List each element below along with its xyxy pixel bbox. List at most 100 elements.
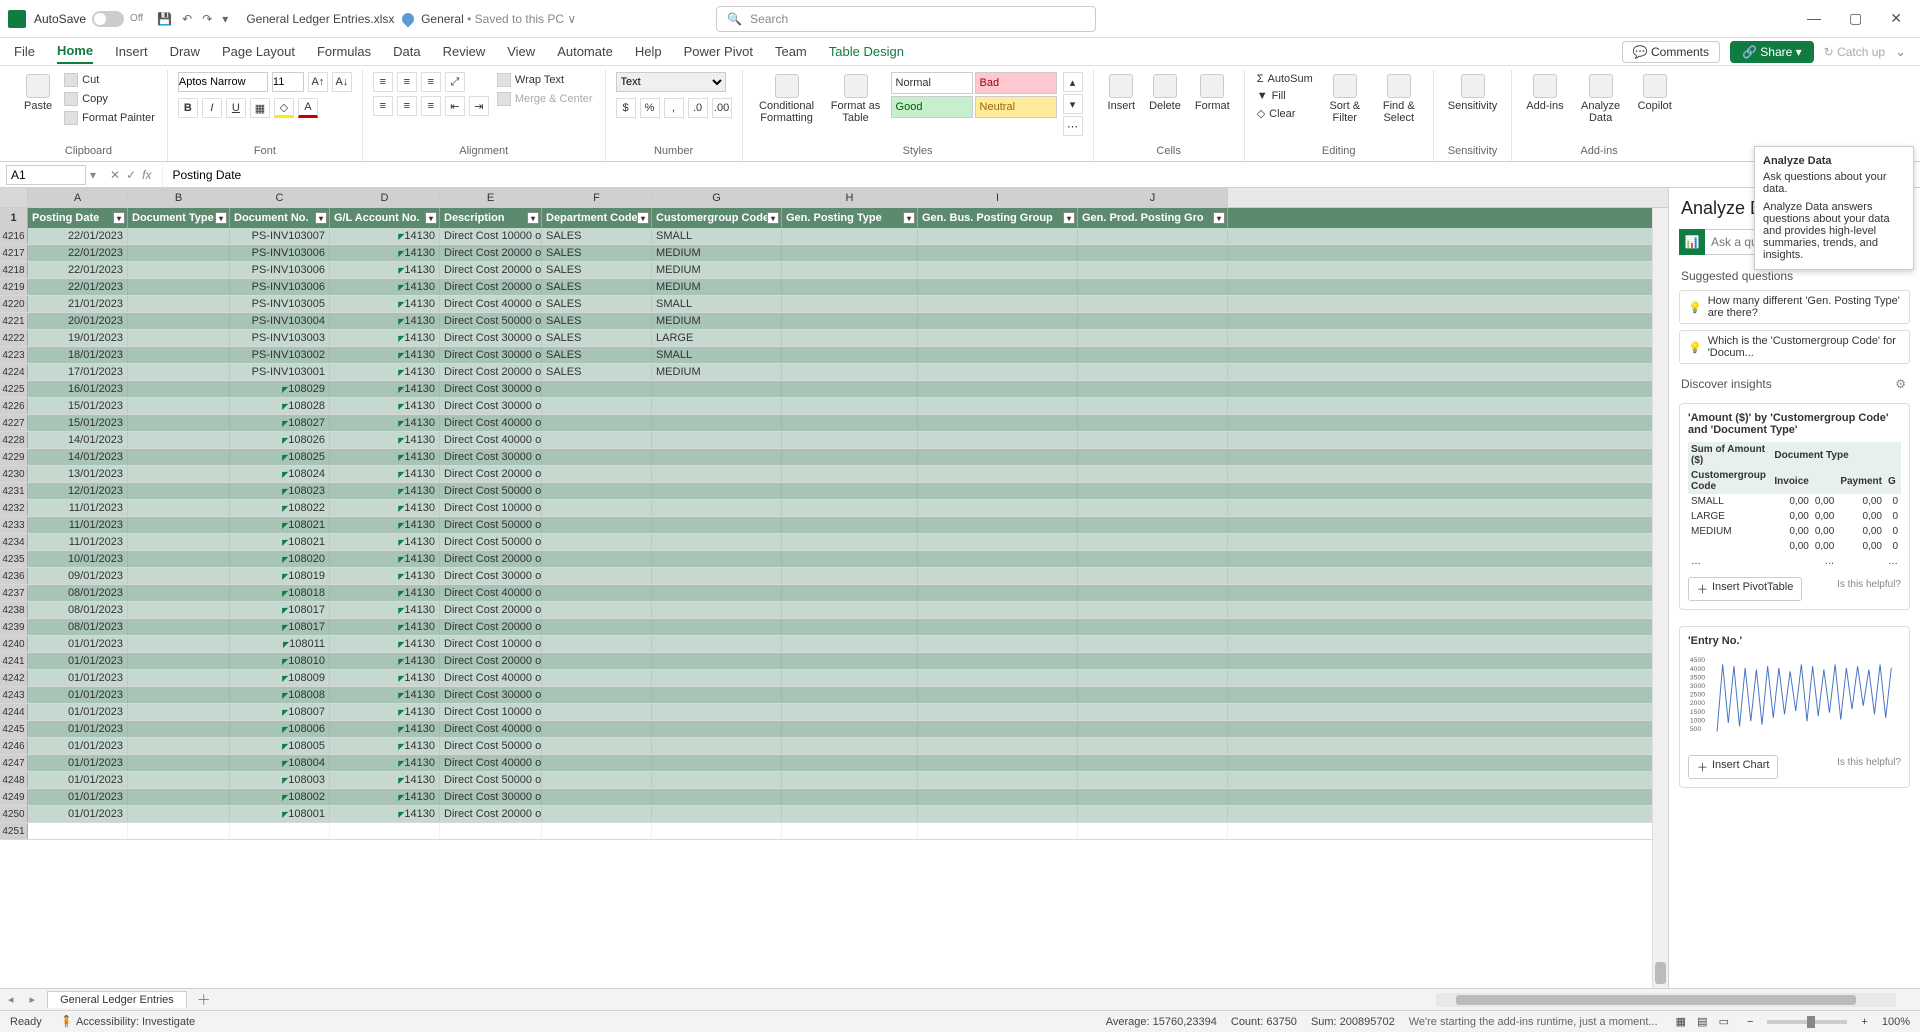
cell[interactable]: ◤108005 [230, 738, 330, 754]
cell[interactable] [918, 262, 1078, 278]
cell[interactable] [918, 721, 1078, 737]
cell[interactable] [918, 313, 1078, 329]
cell[interactable]: ◤108009 [230, 670, 330, 686]
cell[interactable]: SALES [542, 262, 652, 278]
cell[interactable] [128, 534, 230, 550]
clear-button[interactable]: ◇ Clear [1255, 106, 1315, 121]
delete-cells-button[interactable]: Delete [1145, 72, 1185, 114]
cell[interactable] [652, 653, 782, 669]
cell[interactable]: ◤14130 [330, 551, 440, 567]
cell[interactable]: ◤108027 [230, 415, 330, 431]
cell[interactable]: ◤14130 [330, 228, 440, 244]
cell[interactable]: Direct Cost 30000 o [440, 568, 542, 584]
cell[interactable]: ◤14130 [330, 262, 440, 278]
cell[interactable]: ◤14130 [330, 568, 440, 584]
cell[interactable]: Direct Cost 30000 o [440, 381, 542, 397]
cell[interactable] [782, 313, 918, 329]
cell[interactable] [1078, 687, 1228, 703]
cell[interactable] [918, 245, 1078, 261]
cell[interactable] [652, 449, 782, 465]
table-row[interactable]: 424601/01/2023◤108005◤14130Direct Cost 5… [0, 738, 1668, 755]
redo-icon[interactable]: ↷ [202, 12, 212, 26]
table-row[interactable]: 422615/01/2023◤108028◤14130Direct Cost 3… [0, 398, 1668, 415]
col-header-F[interactable]: F [542, 188, 652, 207]
cell[interactable]: ◤14130 [330, 364, 440, 380]
cell[interactable] [782, 296, 918, 312]
row-header[interactable]: 4247 [0, 755, 28, 771]
cell[interactable] [542, 636, 652, 652]
cell[interactable]: ◤14130 [330, 704, 440, 720]
cell[interactable] [128, 636, 230, 652]
cell[interactable]: Direct Cost 30000 o [440, 449, 542, 465]
cell[interactable] [542, 517, 652, 533]
search-box[interactable]: 🔍 Search [716, 6, 1096, 32]
cell[interactable]: 22/01/2023 [28, 245, 128, 261]
row-header[interactable]: 4223 [0, 347, 28, 363]
filter-icon[interactable]: ▾ [903, 212, 915, 224]
filter-icon[interactable]: ▾ [527, 212, 539, 224]
style-good[interactable]: Good [891, 96, 973, 118]
number-format-combo[interactable]: Text [616, 72, 726, 92]
cell[interactable] [918, 585, 1078, 601]
cell[interactable] [782, 568, 918, 584]
cell[interactable] [652, 432, 782, 448]
cell[interactable] [652, 500, 782, 516]
align-middle-icon[interactable]: ≡ [397, 72, 417, 92]
cell[interactable] [918, 738, 1078, 754]
cell[interactable] [918, 279, 1078, 295]
cell[interactable]: Direct Cost 50000 o [440, 483, 542, 499]
cell[interactable]: ◤14130 [330, 755, 440, 771]
cell[interactable]: ◤108001 [230, 806, 330, 822]
cell[interactable] [128, 653, 230, 669]
cell[interactable] [230, 823, 330, 839]
row-header[interactable]: 4230 [0, 466, 28, 482]
cell[interactable] [782, 466, 918, 482]
cell[interactable]: Direct Cost 20000 o [440, 619, 542, 635]
cell[interactable]: PS-INV103007 [230, 228, 330, 244]
cell[interactable]: ◤108023 [230, 483, 330, 499]
align-right-icon[interactable]: ≡ [421, 96, 441, 116]
cell[interactable] [128, 585, 230, 601]
cell[interactable] [1078, 619, 1228, 635]
cell[interactable]: Direct Cost 10000 o [440, 500, 542, 516]
cell[interactable] [782, 755, 918, 771]
table-row[interactable]: 422914/01/2023◤108025◤14130Direct Cost 3… [0, 449, 1668, 466]
table-row[interactable]: 423311/01/2023◤108021◤14130Direct Cost 5… [0, 517, 1668, 534]
cell[interactable]: 20/01/2023 [28, 313, 128, 329]
cell[interactable] [918, 806, 1078, 822]
cell[interactable] [918, 381, 1078, 397]
close-icon[interactable]: ✕ [1890, 10, 1902, 27]
cell[interactable]: MEDIUM [652, 279, 782, 295]
row-header[interactable]: 4237 [0, 585, 28, 601]
cell[interactable]: ◤14130 [330, 687, 440, 703]
cell[interactable] [782, 279, 918, 295]
cell[interactable] [782, 585, 918, 601]
cell[interactable]: PS-INV103006 [230, 279, 330, 295]
tab-team[interactable]: Team [775, 40, 807, 63]
cell[interactable] [542, 602, 652, 618]
table-row[interactable]: 422516/01/2023◤108029◤14130Direct Cost 3… [0, 381, 1668, 398]
cell[interactable] [128, 466, 230, 482]
cell[interactable] [652, 789, 782, 805]
cell[interactable] [128, 398, 230, 414]
cell[interactable] [128, 806, 230, 822]
table-row[interactable]: 424101/01/2023◤108010◤14130Direct Cost 2… [0, 653, 1668, 670]
cell[interactable] [652, 534, 782, 550]
zoom-out-icon[interactable]: − [1747, 1016, 1753, 1028]
row-header[interactable]: 4231 [0, 483, 28, 499]
cell[interactable] [542, 704, 652, 720]
zoom-thumb[interactable] [1807, 1016, 1815, 1028]
cell[interactable]: MEDIUM [652, 364, 782, 380]
cell[interactable]: ◤14130 [330, 296, 440, 312]
cell[interactable] [918, 347, 1078, 363]
cell[interactable] [128, 500, 230, 516]
cell[interactable] [28, 823, 128, 839]
fill-color-button[interactable]: ◇ [274, 98, 294, 118]
cell[interactable]: ◤14130 [330, 517, 440, 533]
add-sheet-button[interactable]: ＋ [187, 990, 221, 1010]
table-row[interactable]: 423808/01/2023◤108017◤14130Direct Cost 2… [0, 602, 1668, 619]
cell[interactable]: MEDIUM [652, 245, 782, 261]
copy-button[interactable]: Copy [62, 91, 157, 107]
cell[interactable] [1078, 347, 1228, 363]
cell[interactable] [918, 789, 1078, 805]
